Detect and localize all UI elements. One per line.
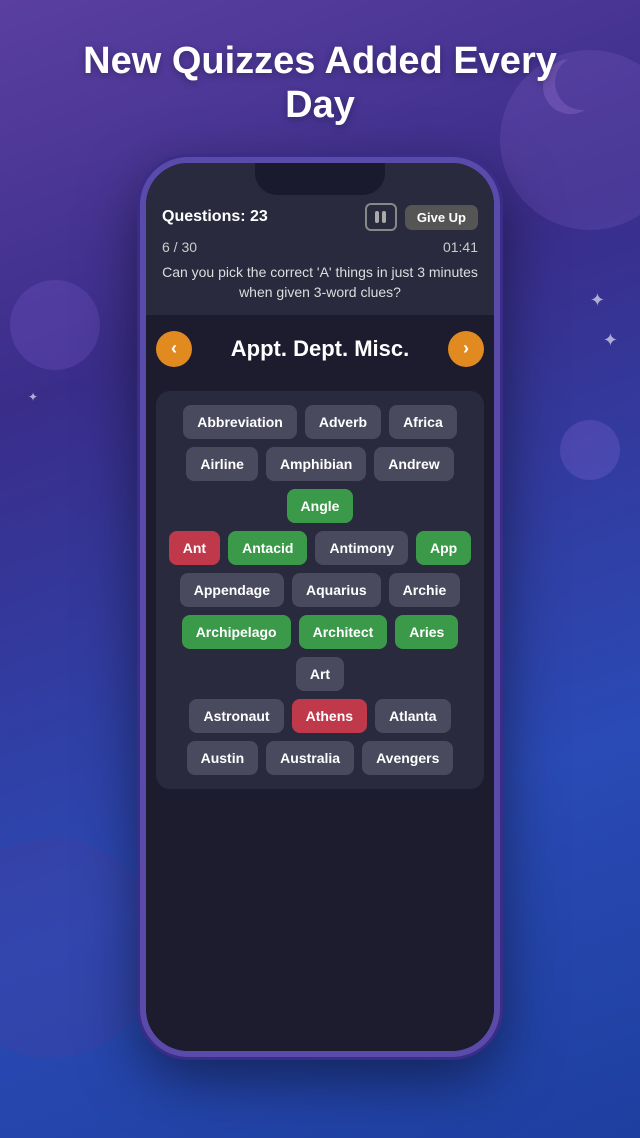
answer-btn-aquarius[interactable]: Aquarius: [292, 573, 381, 607]
answers-row-5: Astronaut AthensAtlanta: [166, 699, 474, 733]
answer-btn-australia[interactable]: Australia: [266, 741, 354, 775]
answer-btn-andrew[interactable]: Andrew: [374, 447, 453, 481]
answer-btn-africa[interactable]: Africa: [389, 405, 457, 439]
answer-btn-amphibian[interactable]: Amphibian: [266, 447, 366, 481]
answer-btn-art[interactable]: Art: [296, 657, 344, 691]
quiz-question: Can you pick the correct 'A' things in j…: [162, 263, 478, 302]
answer-btn-archie[interactable]: Archie: [389, 573, 461, 607]
answer-btn-astronaut[interactable]: Astronaut: [189, 699, 283, 733]
answer-btn-austin[interactable]: Austin: [187, 741, 259, 775]
answer-btn-avengers[interactable]: Avengers: [362, 741, 453, 775]
pause-bar-left: [375, 211, 379, 223]
answers-grid: AbbreviationAdverbAfrica AirlineAmphibian…: [156, 391, 484, 789]
answer-btn-athens[interactable]: Athens: [292, 699, 367, 733]
quiz-controls: Give Up: [365, 203, 478, 231]
clue-text: Appt. Dept. Misc.: [192, 336, 448, 362]
answer-btn-app[interactable]: App: [416, 531, 471, 565]
answer-btn-ant[interactable]: Ant: [169, 531, 220, 565]
answers-row-4: ArchipelagoArchitectAries Art: [166, 615, 474, 691]
give-up-button[interactable]: Give Up: [405, 205, 478, 230]
questions-label: Questions: 23: [162, 208, 268, 226]
answer-btn-architect[interactable]: Architect: [299, 615, 388, 649]
answer-btn-abbreviation[interactable]: Abbreviation: [183, 405, 297, 439]
quiz-progress: 6 / 30 01:41: [162, 239, 478, 255]
phone-screen: Questions: 23 Give Up 6 / 30 01:41 Can y…: [146, 163, 494, 1051]
answers-row-2: AntAntacidAntimonyApp: [166, 531, 474, 565]
phone-container: Questions: 23 Give Up 6 / 30 01:41 Can y…: [0, 157, 640, 1057]
timer: 01:41: [443, 239, 478, 255]
answer-btn-adverb[interactable]: Adverb: [305, 405, 381, 439]
prev-arrow[interactable]: ‹: [156, 331, 192, 367]
page-header: New Quizzes Added Every Day: [0, 0, 640, 147]
clue-area: ‹ Appt. Dept. Misc. ›: [146, 315, 494, 383]
answers-row-6: AustinAustraliaAvengers: [166, 741, 474, 775]
answer-btn-antimony[interactable]: Antimony: [315, 531, 408, 565]
pause-button[interactable]: [365, 203, 397, 231]
phone-frame: Questions: 23 Give Up 6 / 30 01:41 Can y…: [140, 157, 500, 1057]
answer-btn-angle[interactable]: Angle: [287, 489, 354, 523]
answers-row-3: AppendageAquariusArchie: [166, 573, 474, 607]
answer-btn-appendage[interactable]: Appendage: [180, 573, 284, 607]
progress-counter: 6 / 30: [162, 239, 197, 255]
page-title: New Quizzes Added Every Day: [60, 40, 580, 127]
answers-row-0: AbbreviationAdverbAfrica: [166, 405, 474, 439]
answer-btn-archipelago[interactable]: Archipelago: [182, 615, 291, 649]
pause-bar-right: [382, 211, 386, 223]
next-arrow[interactable]: ›: [448, 331, 484, 367]
phone-notch: [255, 163, 385, 195]
answer-btn-atlanta[interactable]: Atlanta: [375, 699, 450, 733]
answer-btn-antacid[interactable]: Antacid: [228, 531, 307, 565]
answer-btn-aries[interactable]: Aries: [395, 615, 458, 649]
quiz-top-bar: Questions: 23 Give Up: [162, 203, 478, 231]
answer-btn-airline[interactable]: Airline: [186, 447, 258, 481]
answers-row-1: AirlineAmphibianAndrew Angle: [166, 447, 474, 523]
